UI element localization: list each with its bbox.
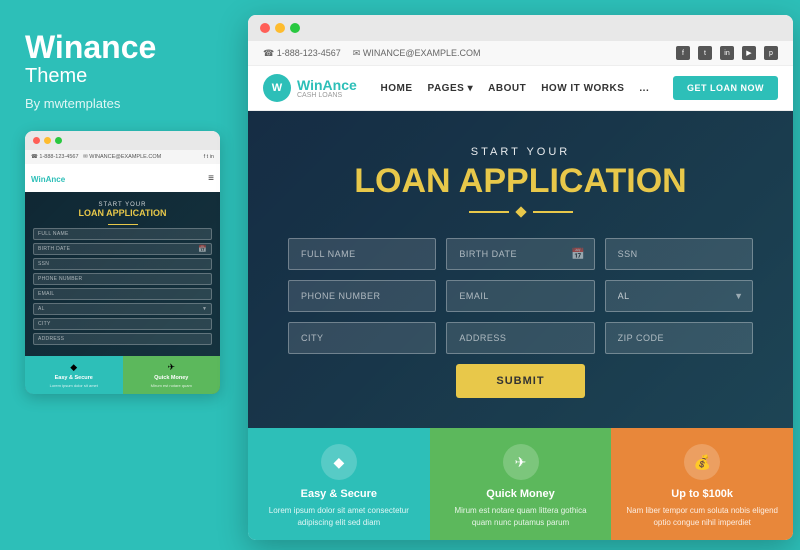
features-section: ◆ Easy & Secure Lorem ipsum dolor sit am… xyxy=(248,428,793,540)
form-row-2: ALAKAZARCA ▼ xyxy=(288,280,753,312)
dot-yellow xyxy=(275,23,285,33)
calendar-icon: 📅 xyxy=(571,248,585,261)
hero-title: LOAN APPLICATION xyxy=(288,163,753,200)
mini-hamburger-icon: ≡ xyxy=(208,173,214,184)
input-address[interactable] xyxy=(446,322,594,354)
feature-easy-title: Easy & Secure xyxy=(301,488,377,500)
input-fullname[interactable] xyxy=(288,238,436,270)
pinterest-icon[interactable]: p xyxy=(764,46,778,60)
field-ssn xyxy=(605,238,753,270)
hero-content: START YOUR LOAN APPLICATION xyxy=(288,146,753,216)
mini-browser-content: ☎ 1-888-123-4567 ✉ WINANCE@EXAMPLE.COM f… xyxy=(25,150,220,394)
dot-red xyxy=(260,23,270,33)
mini-divider xyxy=(108,224,138,225)
feature-up-to-100k: 💰 Up to $100k Nam liber tempor cum solut… xyxy=(611,428,793,540)
select-state[interactable]: ALAKAZARCA xyxy=(605,280,753,312)
input-phone[interactable] xyxy=(288,280,436,312)
mini-feature-quick-money: ✈ Quick Money Mirum est notare quam xyxy=(123,356,221,394)
loan-form: 📅 ALAKAZARCA ▼ xyxy=(288,238,753,398)
topbar-phone: ☎ 1-888-123-4567 xyxy=(263,48,341,59)
topbar-contact: ☎ 1-888-123-4567 ✉ WINANCE@EXAMPLE.COM xyxy=(263,48,481,59)
field-phone xyxy=(288,280,436,312)
feature-easy-text: Lorem ipsum dolor sit amet consectetur a… xyxy=(263,505,415,527)
quick-money-icon: ✈ xyxy=(503,444,539,480)
field-birthdate: 📅 xyxy=(446,238,594,270)
mini-field-ssn: SSN xyxy=(33,258,212,270)
mini-select-state: AL ▼ xyxy=(33,303,212,315)
theme-author: By mwtemplates xyxy=(25,96,215,111)
topbar-social: f t in ▶ p xyxy=(676,46,778,60)
theme-subtitle: Theme xyxy=(25,65,215,88)
mini-browser-bar xyxy=(25,131,220,150)
field-state: ALAKAZARCA ▼ xyxy=(605,280,753,312)
hero-section: START YOUR LOAN APPLICATION 📅 xyxy=(248,111,793,428)
field-zipcode xyxy=(605,322,753,354)
mini-nav: WinAnce ≡ xyxy=(25,164,220,192)
field-fullname xyxy=(288,238,436,270)
nav-home[interactable]: HOME xyxy=(381,83,413,94)
hero-decorative-line xyxy=(288,208,753,216)
input-ssn[interactable] xyxy=(605,238,753,270)
mini-hero: START YOUR LOAN APPLICATION FULL NAME BI… xyxy=(25,192,220,356)
feature-quick-title: Quick Money xyxy=(486,488,554,500)
nav-about[interactable]: ABOUT xyxy=(488,83,526,94)
submit-row: SUBMIT xyxy=(288,364,753,398)
nav-links: HOME PAGES ▾ ABOUT HOW IT WORKS ... xyxy=(381,83,650,94)
twitter-icon[interactable]: t xyxy=(698,46,712,60)
site-nav: W WinAnce CASH LOANS HOME PAGES ▾ ABOUT … xyxy=(248,66,793,111)
form-row-1: 📅 xyxy=(288,238,753,270)
mini-feature-easy-secure: ◆ Easy & Secure Lorem ipsum dolor sit am… xyxy=(25,356,123,394)
mini-browser-preview: ☎ 1-888-123-4567 ✉ WINANCE@EXAMPLE.COM f… xyxy=(25,131,220,394)
feature-100k-text: Nam liber tempor cum soluta nobis eligen… xyxy=(626,505,778,527)
topbar-email: ✉ WINANCE@EXAMPLE.COM xyxy=(353,48,481,59)
facebook-icon[interactable]: f xyxy=(676,46,690,60)
feature-quick-text: Mirum est notare quam littera gothica qu… xyxy=(445,505,597,527)
submit-button[interactable]: SUBMIT xyxy=(456,364,584,398)
mini-features: ◆ Easy & Secure Lorem ipsum dolor sit am… xyxy=(25,356,220,394)
nav-logo: W WinAnce CASH LOANS xyxy=(263,74,357,102)
linkedin-icon[interactable]: in xyxy=(720,46,734,60)
mini-dot-yellow xyxy=(44,137,51,144)
mini-dot-green xyxy=(55,137,62,144)
youtube-icon[interactable]: ▶ xyxy=(742,46,756,60)
easy-secure-icon: ◆ xyxy=(321,444,357,480)
feature-100k-title: Up to $100k xyxy=(671,488,733,500)
input-zipcode[interactable] xyxy=(605,322,753,354)
field-email xyxy=(446,280,594,312)
mini-field-fullname: FULL NAME xyxy=(33,228,212,240)
mini-field-email: EMAIL xyxy=(33,288,212,300)
input-email[interactable] xyxy=(446,280,594,312)
get-loan-button[interactable]: GET LOAN NOW xyxy=(673,76,778,100)
logo-text-block: WinAnce CASH LOANS xyxy=(297,78,357,99)
mini-logo: WinAnce xyxy=(31,169,65,187)
theme-title: Winance xyxy=(25,30,215,65)
feature-quick-money: ✈ Quick Money Mirum est notare quam litt… xyxy=(430,428,612,540)
mini-field-birthdate: BIRTH DATE 📅 xyxy=(33,243,212,255)
feature-easy-secure: ◆ Easy & Secure Lorem ipsum dolor sit am… xyxy=(248,428,430,540)
mini-field-phone: PHONE NUMBER xyxy=(33,273,212,285)
browser-bar xyxy=(248,15,793,41)
mini-field-city: CITY xyxy=(33,318,212,330)
site-topbar: ☎ 1-888-123-4567 ✉ WINANCE@EXAMPLE.COM f… xyxy=(248,41,793,66)
mini-topbar: ☎ 1-888-123-4567 ✉ WINANCE@EXAMPLE.COM f… xyxy=(25,150,220,164)
dot-green xyxy=(290,23,300,33)
nav-how-it-works[interactable]: HOW IT WORKS xyxy=(541,83,624,94)
nav-pages[interactable]: PAGES ▾ xyxy=(428,83,474,94)
form-row-3 xyxy=(288,322,753,354)
field-address xyxy=(446,322,594,354)
left-panel: Winance Theme By mwtemplates ☎ 1-888-123… xyxy=(0,0,240,550)
input-city[interactable] xyxy=(288,322,436,354)
logo-icon: W xyxy=(263,74,291,102)
hero-start-text: START YOUR xyxy=(288,146,753,158)
nav-more[interactable]: ... xyxy=(639,83,649,94)
up-to-100k-icon: 💰 xyxy=(684,444,720,480)
mini-field-address: ADDRESS xyxy=(33,333,212,345)
field-city xyxy=(288,322,436,354)
main-browser: ☎ 1-888-123-4567 ✉ WINANCE@EXAMPLE.COM f… xyxy=(248,15,793,540)
mini-dot-red xyxy=(33,137,40,144)
